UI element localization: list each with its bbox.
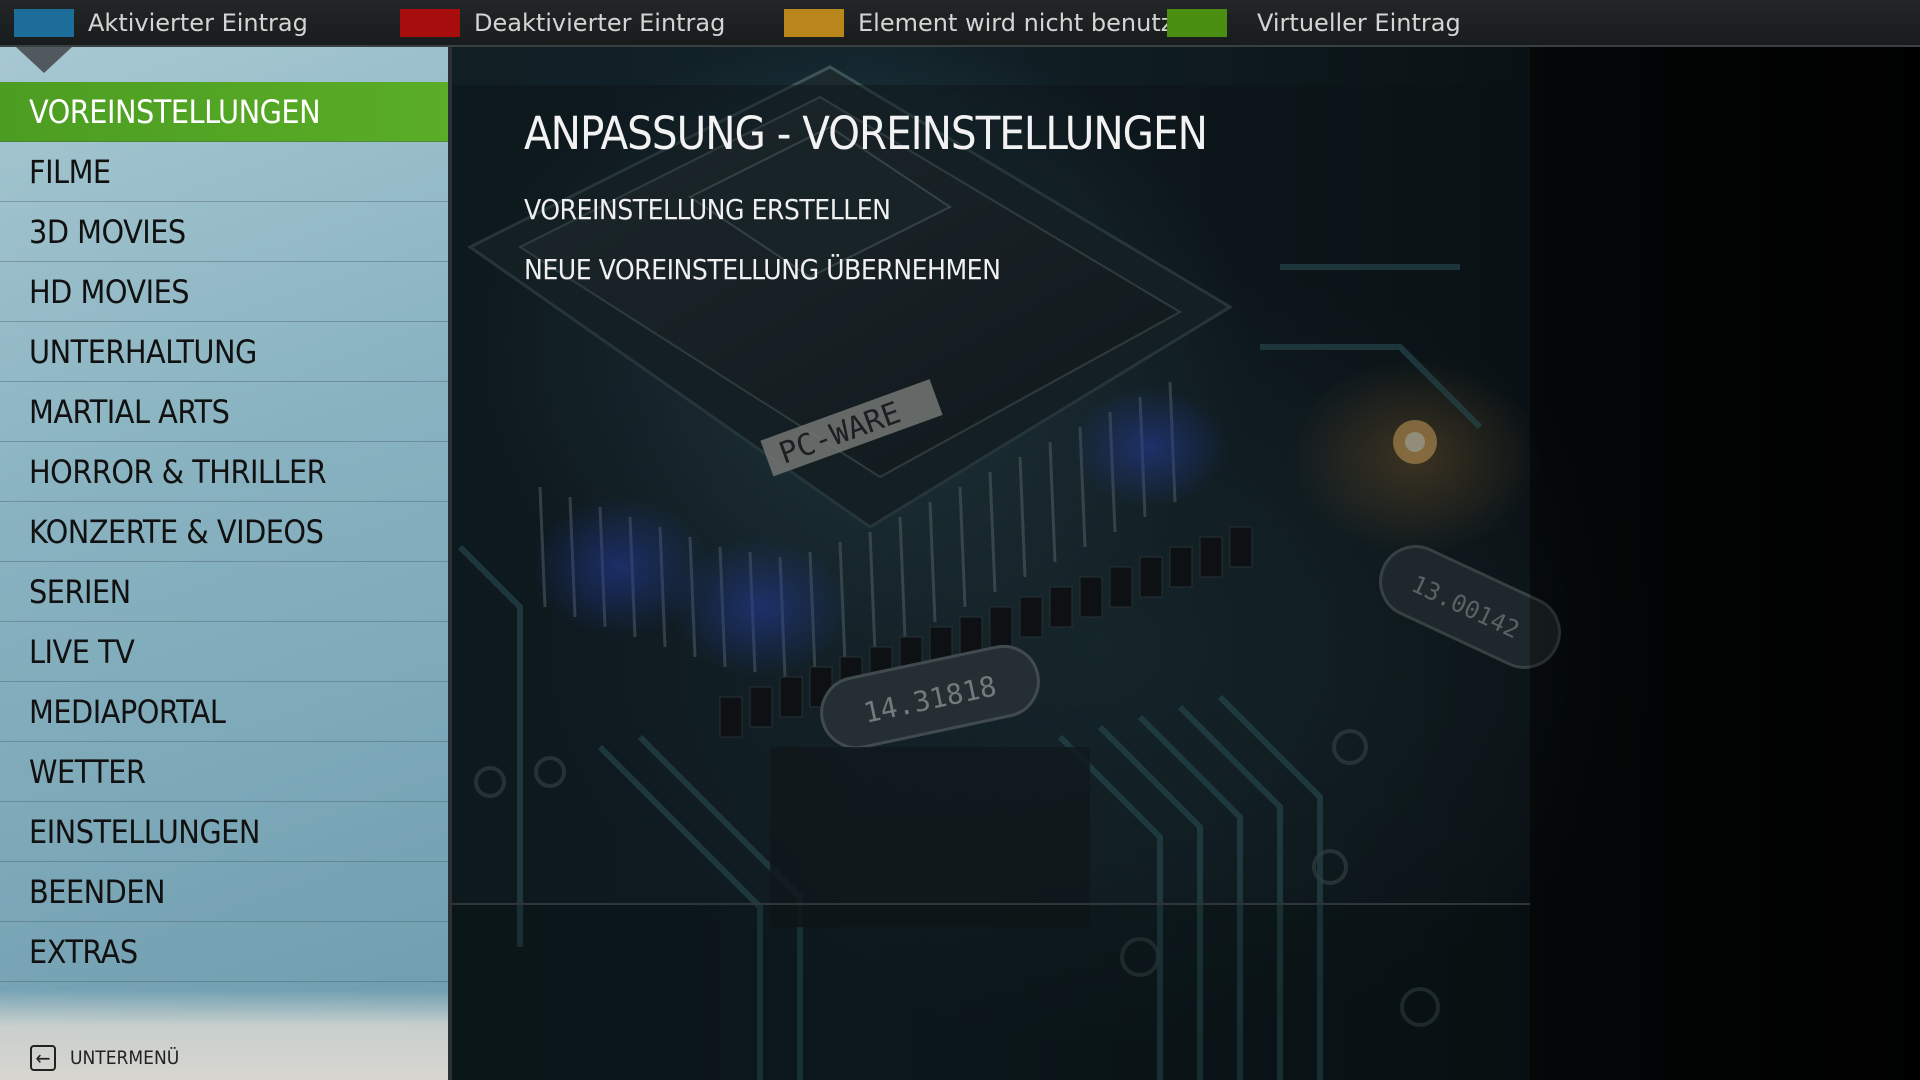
- arrow-left-icon: ←: [30, 1045, 56, 1071]
- menu-item-extras[interactable]: EXTRAS: [0, 922, 448, 982]
- legend-bar: Aktivierter Eintrag Deaktivierter Eintra…: [0, 0, 1920, 47]
- menu-item-filme[interactable]: FILME: [0, 142, 448, 202]
- legend-item-deactivated: Deaktivierter Eintrag: [400, 0, 725, 45]
- menu-item-einstellungen[interactable]: EINSTELLUNGEN: [0, 802, 448, 862]
- menu-item-voreinstellungen[interactable]: VOREINSTELLUNGEN: [0, 82, 448, 142]
- main-menu-list: VOREINSTELLUNGEN FILME 3D MOVIES HD MOVI…: [0, 82, 448, 982]
- menu-item-hd-movies[interactable]: HD MOVIES: [0, 262, 448, 322]
- menu-item-beenden[interactable]: BEENDEN: [0, 862, 448, 922]
- menu-pointer-icon: [16, 47, 72, 73]
- menu-item-horror-thriller[interactable]: HORROR & THRILLER: [0, 442, 448, 502]
- submenu-button[interactable]: ← UNTERMENÜ: [30, 1041, 179, 1075]
- option-apply-new-preset[interactable]: NEUE VOREINSTELLUNG ÜBERNEHMEN: [524, 253, 1001, 286]
- legend-swatch-deactivated: [400, 8, 460, 37]
- content-footer-area: [452, 905, 1530, 1080]
- sidebar-menu: VOREINSTELLUNGEN FILME 3D MOVIES HD MOVI…: [0, 47, 452, 1080]
- legend-swatch-virtual: [1167, 8, 1227, 37]
- submenu-label: UNTERMENÜ: [70, 1047, 180, 1069]
- legend-label: Element wird nicht benutzt: [858, 8, 1183, 37]
- menu-item-martial-arts[interactable]: MARTIAL ARTS: [0, 382, 448, 442]
- sidebar-footer: ← UNTERMENÜ: [0, 990, 448, 1080]
- page-title: ANPASSUNG - VOREINSTELLUNGEN: [524, 107, 1208, 160]
- option-create-preset[interactable]: VOREINSTELLUNG ERSTELLEN: [524, 193, 891, 226]
- legend-item-activated: Aktivierter Eintrag: [14, 0, 308, 45]
- legend-label: Aktivierter Eintrag: [88, 8, 308, 37]
- menu-item-konzerte-videos[interactable]: KONZERTE & VIDEOS: [0, 502, 448, 562]
- legend-label: Virtueller Eintrag: [1257, 8, 1461, 37]
- legend-label: Deaktivierter Eintrag: [474, 8, 726, 37]
- legend-swatch-unused: [784, 8, 844, 37]
- legend-item-unused: Element wird nicht benutzt: [784, 0, 1183, 45]
- menu-item-wetter[interactable]: WETTER: [0, 742, 448, 802]
- content-panel: ANPASSUNG - VOREINSTELLUNGEN VOREINSTELL…: [452, 85, 1530, 905]
- menu-item-serien[interactable]: SERIEN: [0, 562, 448, 622]
- menu-item-live-tv[interactable]: LIVE TV: [0, 622, 448, 682]
- menu-item-unterhaltung[interactable]: UNTERHALTUNG: [0, 322, 448, 382]
- right-shade: [1530, 47, 1920, 1080]
- legend-item-virtual: Virtueller Eintrag: [1167, 0, 1461, 45]
- legend-swatch-activated: [14, 8, 74, 37]
- menu-item-3d-movies[interactable]: 3D MOVIES: [0, 202, 448, 262]
- menu-item-mediaportal[interactable]: MEDIAPORTAL: [0, 682, 448, 742]
